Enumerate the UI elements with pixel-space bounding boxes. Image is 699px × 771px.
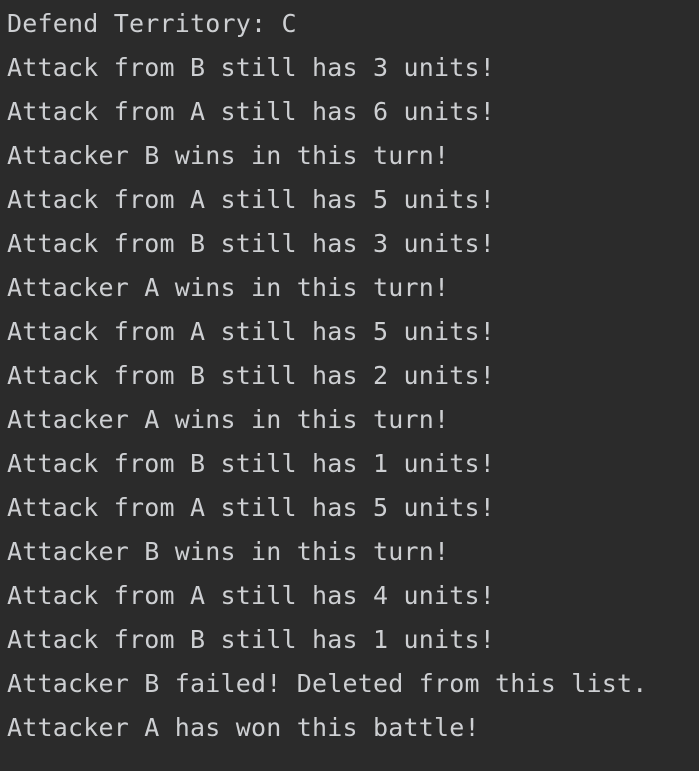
console-line: Attack from B still has 1 units! — [7, 625, 496, 654]
console-line: Attacker B wins in this turn! — [7, 537, 450, 566]
console-line: Attack from B still has 1 units! — [7, 449, 496, 478]
console-line: Attack from B still has 2 units! — [7, 361, 496, 390]
console-line: Attacker A wins in this turn! — [7, 273, 450, 302]
console-output[interactable]: Defend Territory: C Attack from B still … — [0, 0, 699, 771]
console-line: Defend Territory: C — [7, 9, 297, 38]
console-line: Attack from A still has 6 units! — [7, 97, 496, 126]
console-line: Attacker A wins in this turn! — [7, 405, 450, 434]
console-line: Attack from A still has 5 units! — [7, 317, 496, 346]
console-line: Attack from A still has 4 units! — [7, 581, 496, 610]
console-line: Attacker B wins in this turn! — [7, 141, 450, 170]
console-line: Attacker A has won this battle! — [7, 713, 480, 742]
console-line: Attack from B still has 3 units! — [7, 53, 496, 82]
console-line: Attacker B failed! Deleted from this lis… — [7, 669, 648, 698]
console-line: Attack from A still has 5 units! — [7, 185, 496, 214]
console-line: Attack from A still has 5 units! — [7, 493, 496, 522]
console-line: Attack from B still has 3 units! — [7, 229, 496, 258]
